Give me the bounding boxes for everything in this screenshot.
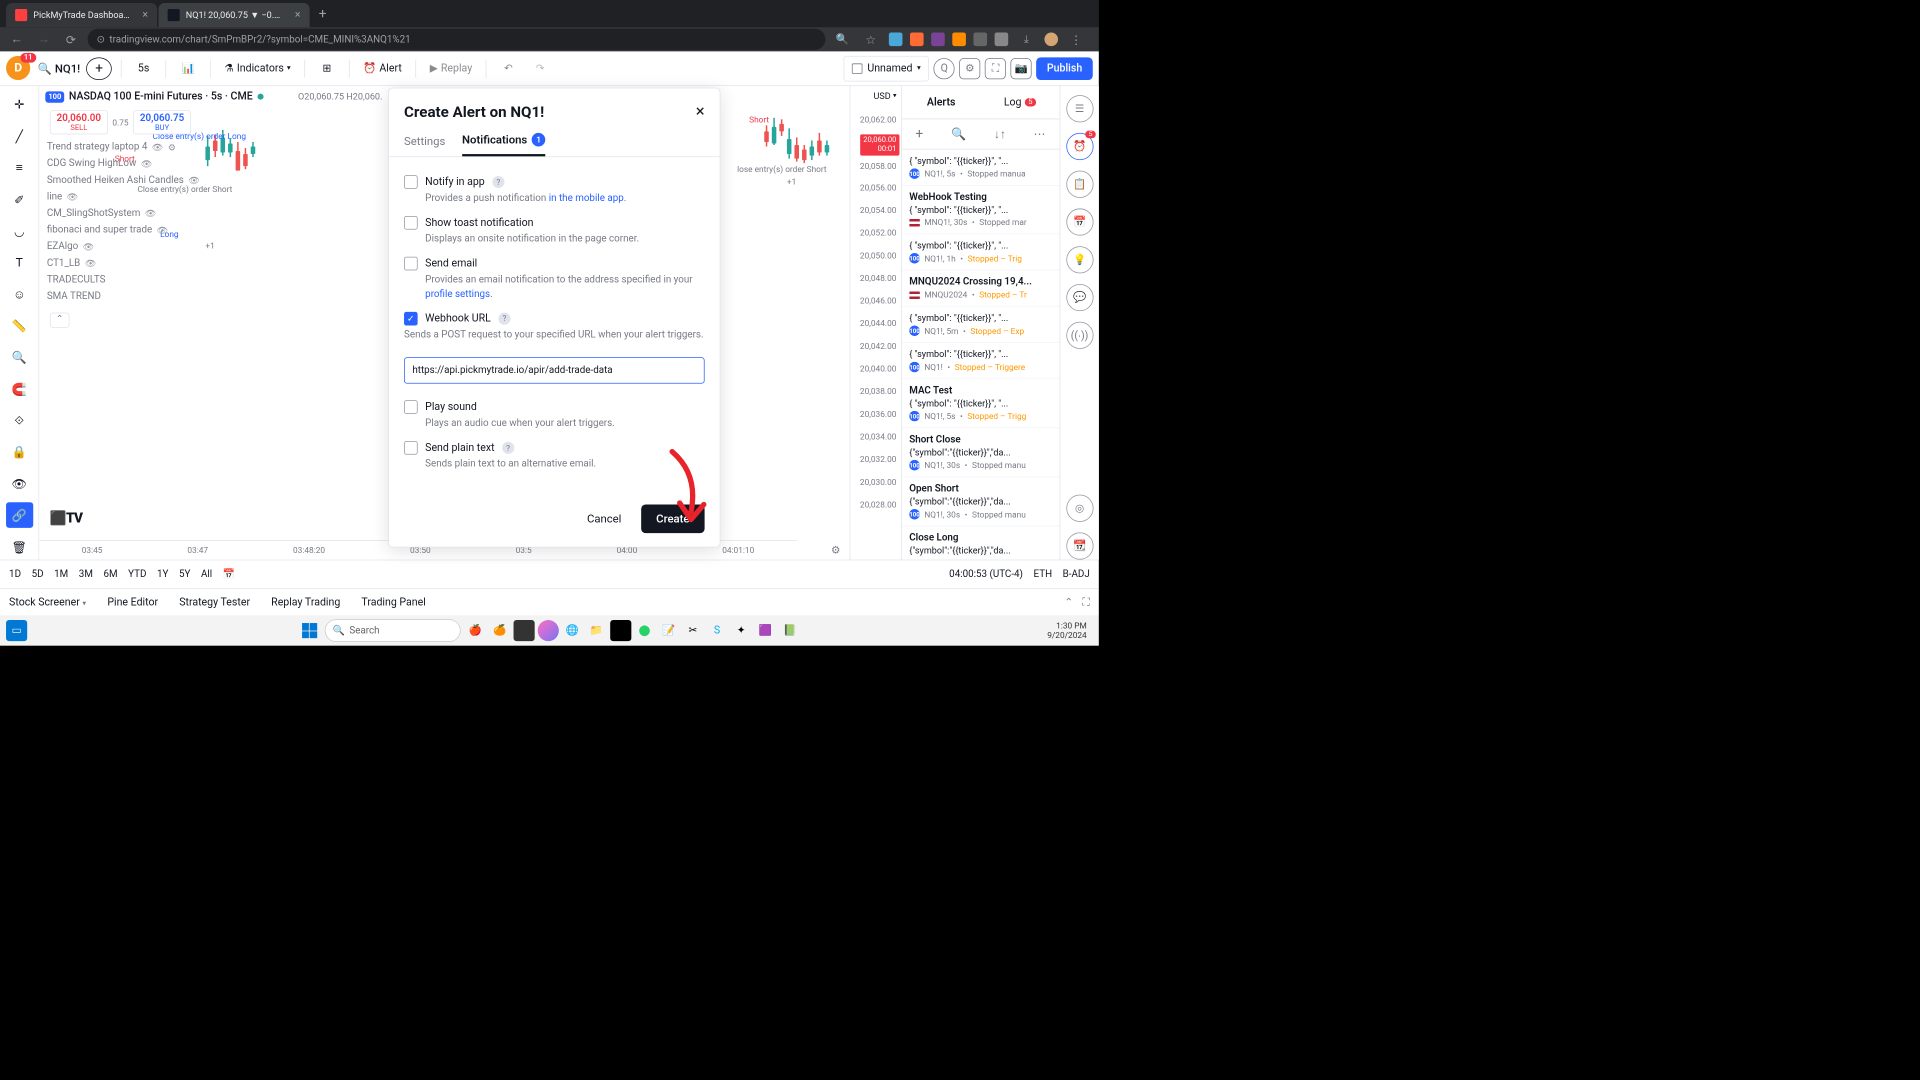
create-button[interactable]: Create — [641, 505, 705, 534]
email-checkbox[interactable] — [404, 257, 418, 271]
webhook-row: ✓ Webhook URL ? — [404, 312, 705, 326]
sound-label: Play sound — [425, 401, 477, 413]
zoom-icon[interactable]: 🔍 — [831, 33, 852, 45]
mobile-app-link[interactable]: in the mobile app — [549, 193, 624, 204]
tab-close-icon[interactable]: × — [142, 9, 148, 21]
system-tray[interactable]: 1:30 PM 9/20/2024 — [1047, 621, 1093, 641]
tab-favicon-icon — [15, 9, 27, 21]
address-bar: ← → ⟳ ⊙ tradingview.com/chart/SmPmBPr2/?… — [0, 27, 1099, 51]
webhook-desc: Sends a POST request to your specified U… — [404, 328, 705, 342]
plaintext-checkbox[interactable] — [404, 441, 418, 455]
extension-icons: 🔍 ☆ ⤓ ⋮ — [831, 32, 1092, 46]
tab-title: PickMyTrade Dashboard - Man… — [33, 10, 130, 21]
task-notepad-icon[interactable]: 📝 — [658, 620, 679, 641]
extension-icon[interactable] — [889, 32, 903, 46]
toast-checkbox[interactable] — [404, 216, 418, 230]
profile-avatar-icon[interactable] — [1044, 32, 1058, 46]
webhook-checkbox[interactable]: ✓ — [404, 312, 418, 326]
extension-icon[interactable] — [931, 32, 945, 46]
tray-date: 9/20/2024 — [1047, 631, 1087, 641]
forward-button[interactable]: → — [33, 32, 54, 47]
sound-checkbox[interactable] — [404, 400, 418, 414]
downloads-icon[interactable]: ⤓ — [1016, 33, 1037, 45]
browser-chrome: PickMyTrade Dashboard - Man… × NQ1! 20,0… — [0, 0, 1099, 51]
task-app-icon[interactable]: S — [706, 620, 727, 641]
extension-icon[interactable] — [910, 32, 924, 46]
task-app-icon[interactable] — [610, 620, 631, 641]
help-icon[interactable]: ? — [498, 312, 510, 324]
extension-icon[interactable] — [973, 32, 987, 46]
notifications-badge: 1 — [532, 133, 546, 147]
browser-tab[interactable]: NQ1! 20,060.75 ▼ −0.14% Unn… × — [159, 3, 310, 27]
bookmark-icon[interactable]: ☆ — [860, 32, 881, 46]
email-row: Send email — [404, 257, 705, 271]
toast-label: Show toast notification — [425, 217, 533, 229]
tab-notifications[interactable]: Notifications 1 — [462, 133, 545, 156]
notify-app-desc: Provides a push notification in the mobi… — [425, 192, 704, 206]
notify-app-row: Notify in app ? — [404, 175, 705, 189]
task-app-icon[interactable]: 🍊 — [489, 620, 510, 641]
url-input[interactable]: ⊙ tradingview.com/chart/SmPmBPr2/?symbol… — [88, 29, 826, 50]
email-desc: Provides an email notification to the ad… — [425, 274, 704, 301]
task-slack-icon[interactable]: ✦ — [731, 620, 752, 641]
extension-icon[interactable] — [952, 32, 966, 46]
task-whatsapp-icon[interactable]: ⬤ — [634, 620, 655, 641]
tab-bar: PickMyTrade Dashboard - Man… × NQ1! 20,0… — [0, 0, 1099, 27]
new-tab-button[interactable]: + — [311, 3, 334, 25]
toast-desc: Displays an onsite notification in the p… — [425, 233, 704, 247]
browser-tab[interactable]: PickMyTrade Dashboard - Man… × — [6, 3, 157, 27]
toast-row: Show toast notification — [404, 216, 705, 230]
tray-time: 1:30 PM — [1047, 621, 1087, 631]
plaintext-desc: Sends plain text to an alternative email… — [425, 458, 704, 472]
modal-body: Notify in app ? Provides a push notifica… — [389, 157, 720, 494]
tab-settings[interactable]: Settings — [404, 133, 445, 156]
notify-app-label: Notify in app — [425, 176, 485, 188]
email-label: Send email — [425, 258, 477, 270]
task-explorer-icon[interactable]: 📁 — [586, 620, 607, 641]
task-chrome-icon[interactable]: 🌐 — [561, 620, 582, 641]
plaintext-row: Send plain text ? — [404, 441, 705, 455]
webhook-url-input[interactable] — [404, 357, 705, 383]
back-button[interactable]: ← — [6, 32, 27, 47]
tab-close-icon[interactable]: × — [295, 9, 301, 21]
create-alert-modal: Create Alert on NQ1! × Settings Notifica… — [388, 88, 720, 548]
menu-icon[interactable]: ⋮ — [1066, 32, 1087, 46]
taskbar-search[interactable]: 🔍Search — [324, 619, 460, 642]
task-app-icon[interactable] — [537, 620, 558, 641]
task-app-icon[interactable]: ✂ — [682, 620, 703, 641]
notify-app-checkbox[interactable] — [404, 175, 418, 189]
task-app-icon[interactable]: 🟪 — [755, 620, 776, 641]
reload-button[interactable]: ⟳ — [60, 32, 81, 46]
modal-header: Create Alert on NQ1! × — [389, 88, 720, 127]
sound-row: Play sound — [404, 400, 705, 414]
tab-favicon-icon — [168, 9, 180, 21]
task-app-icon[interactable]: 🍎 — [465, 620, 486, 641]
search-icon: 🔍 — [333, 625, 345, 636]
help-icon[interactable]: ? — [502, 442, 514, 454]
start-button[interactable] — [299, 620, 320, 641]
webhook-label: Webhook URL — [425, 312, 491, 324]
url-text: tradingview.com/chart/SmPmBPr2/?symbol=C… — [109, 34, 410, 45]
plaintext-label: Send plain text — [425, 442, 494, 454]
sound-desc: Plays an audio cue when your alert trigg… — [425, 417, 704, 431]
cancel-button[interactable]: Cancel — [575, 505, 634, 534]
windows-taskbar: ▭ 🔍Search 🍎 🍊 🌐 📁 ⬤ 📝 ✂ S ✦ 🟪 📗 1:30 PM … — [0, 615, 1099, 645]
close-icon[interactable]: × — [696, 102, 705, 121]
modal-footer: Cancel Create — [389, 494, 720, 547]
task-app-icon[interactable]: 📗 — [779, 620, 800, 641]
help-icon[interactable]: ? — [492, 176, 504, 188]
modal-title: Create Alert on NQ1! — [404, 102, 544, 120]
profile-settings-link[interactable]: profile settings — [425, 288, 490, 299]
modal-tabs: Settings Notifications 1 — [389, 127, 720, 157]
site-info-icon[interactable]: ⊙ — [97, 34, 105, 45]
task-app-icon[interactable] — [513, 620, 534, 641]
extension-icon[interactable] — [995, 32, 1009, 46]
task-widget-icon[interactable]: ▭ — [6, 620, 27, 641]
modal-overlay: Create Alert on NQ1! × Settings Notifica… — [0, 51, 1099, 615]
tab-title: NQ1! 20,060.75 ▼ −0.14% Unn… — [186, 10, 283, 21]
tradingview-app: D 11 🔍 NQ1! + 5s 📊 ⚗ Indicators ▾ ⊞ ⏰ Al… — [0, 51, 1099, 615]
